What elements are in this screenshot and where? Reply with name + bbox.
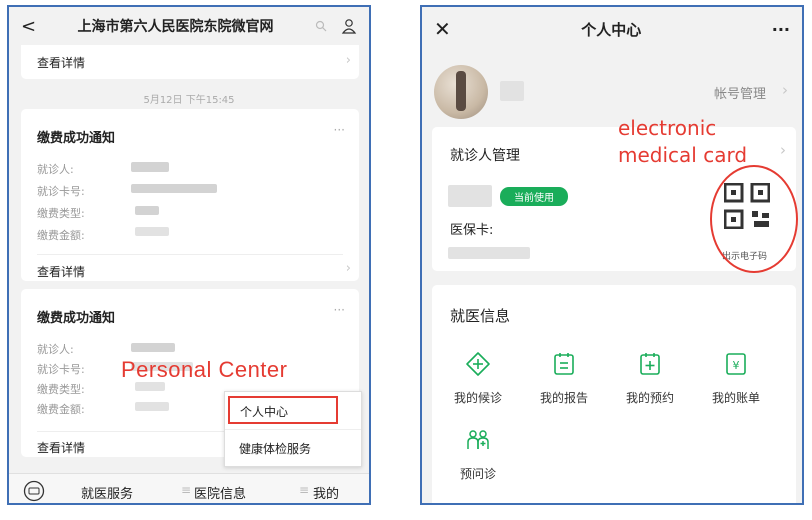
field-payment-type: 缴费类型:	[37, 207, 85, 220]
chevron-right-icon: ›	[782, 81, 788, 99]
redacted-value	[135, 227, 169, 236]
redacted-patient-name	[448, 185, 492, 207]
insurance-card-label: 医保卡:	[450, 223, 494, 238]
menu-item-health-checkup[interactable]: 健康体检服务	[239, 440, 311, 457]
plus-diamond-icon	[466, 352, 490, 376]
field-patient: 就诊人:	[37, 163, 74, 176]
patient-management-title[interactable]: 就诊人管理	[450, 145, 520, 165]
redacted-value	[135, 402, 169, 411]
field-card-number: 就诊卡号:	[37, 185, 85, 198]
medical-info-card: 就医信息 我的候诊 我的报告 我的预约 ¥ 我的账单 预问诊	[432, 285, 796, 503]
service-bills[interactable]: ¥ 我的账单	[704, 351, 768, 406]
popup-menu: 个人中心 健康体检服务	[224, 391, 362, 467]
more-icon[interactable]: ···	[334, 123, 345, 137]
chevron-right-icon: ›	[345, 53, 351, 68]
report-icon	[554, 353, 574, 375]
search-icon[interactable]	[315, 20, 327, 32]
redacted-value	[135, 206, 159, 215]
right-phone-screen: ✕ 个人中心 ··· 帐号管理 › 就诊人管理 › 当前使用 医保卡: 出示电子…	[420, 5, 804, 505]
service-pre-consultation[interactable]: 预问诊	[446, 427, 510, 482]
more-icon[interactable]: ···	[334, 303, 345, 317]
redacted-value	[131, 343, 175, 352]
pre-consult-icon	[467, 430, 489, 449]
field-amount: 缴费金额:	[37, 229, 85, 242]
annotation-personal-center: Personal Center	[121, 357, 288, 382]
right-title-bar: ✕ 个人中心 ···	[422, 7, 802, 51]
field-payment-type: 缴费类型:	[37, 383, 85, 396]
menu-item-personal-center[interactable]: 个人中心	[228, 396, 338, 424]
card-title: 缴费成功通知	[37, 131, 116, 146]
bottom-tab-bar: 就医服务 ≡ 医院信息 ≡ 我的	[9, 473, 369, 503]
close-icon[interactable]: ✕	[434, 17, 451, 41]
more-icon[interactable]: ···	[772, 20, 790, 39]
account-management-link[interactable]: 帐号管理	[714, 83, 766, 102]
left-title-bar: < 上海市第六人民医院东院微官网	[9, 7, 369, 45]
service-appointments[interactable]: 我的预约	[618, 351, 682, 406]
bill-icon: ¥	[726, 353, 746, 375]
back-icon[interactable]: <	[21, 16, 36, 37]
annotation-electronic-medical-card: electronic medical card	[618, 116, 748, 167]
calendar-plus-icon	[640, 353, 660, 375]
message-timestamp: 5月12日 下午15:45	[143, 95, 235, 106]
tab-mine[interactable]: 我的	[313, 483, 339, 502]
page-title: 上海市第六人民医院东院微官网	[77, 19, 274, 35]
left-phone-screen: < 上海市第六人民医院东院微官网 查看详情 › 5月12日 下午15:45 缴费…	[7, 5, 371, 505]
chevron-right-icon: ›	[780, 141, 786, 159]
keyboard-icon[interactable]	[23, 480, 45, 502]
card-title: 缴费成功通知	[37, 311, 116, 326]
redacted-value	[131, 162, 169, 172]
current-use-badge: 当前使用	[500, 187, 568, 206]
menu-icon: ≡	[181, 483, 192, 497]
section-title: 就医信息	[450, 307, 511, 325]
redacted-value	[131, 184, 217, 193]
top-card: 查看详情 ›	[21, 45, 359, 79]
menu-icon: ≡	[299, 483, 310, 497]
view-details-link[interactable]: 查看详情	[37, 54, 85, 71]
view-details-link[interactable]: 查看详情	[37, 439, 85, 456]
service-reports[interactable]: 我的报告	[532, 351, 596, 406]
svg-text:¥: ¥	[733, 359, 740, 372]
redacted-card-number	[448, 247, 530, 259]
qr-highlight-circle	[710, 165, 798, 273]
user-icon[interactable]	[341, 18, 357, 34]
redacted-username	[500, 81, 524, 101]
chevron-right-icon: ›	[345, 261, 351, 276]
page-title: 个人中心	[581, 20, 642, 39]
view-details-link[interactable]: 查看详情	[37, 263, 85, 280]
avatar[interactable]	[434, 65, 488, 119]
field-patient: 就诊人:	[37, 343, 74, 356]
redacted-value	[135, 382, 165, 391]
field-card-number: 就诊卡号:	[37, 363, 85, 376]
service-waiting[interactable]: 我的候诊	[446, 351, 510, 406]
field-amount: 缴费金额:	[37, 403, 85, 416]
payment-notice-card-1: 缴费成功通知 ··· 就诊人: 就诊卡号: 缴费类型: 缴费金额: 查看详情 ›	[21, 109, 359, 281]
tab-hospital-info[interactable]: 医院信息	[194, 483, 246, 502]
tab-medical-services[interactable]: 就医服务	[81, 483, 133, 502]
